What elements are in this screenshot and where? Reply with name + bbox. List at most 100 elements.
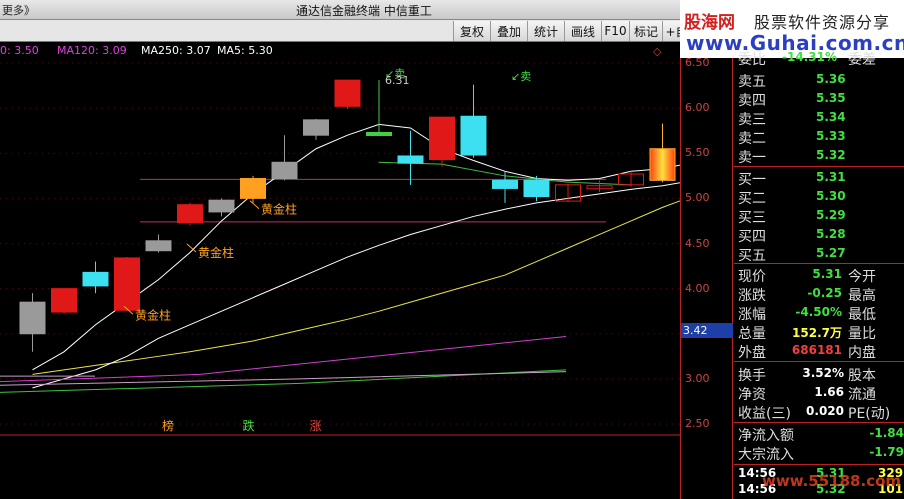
- divider: [734, 263, 904, 264]
- candle-body: [19, 301, 46, 335]
- bid-row[interactable]: 买二 5.30: [736, 187, 904, 207]
- bid-row[interactable]: 买五 5.27: [736, 244, 904, 264]
- bid-label: 买一: [738, 172, 766, 188]
- cursor-price-label: 3.42: [681, 323, 733, 338]
- golden-bar-label: 黄金柱: [198, 245, 234, 260]
- restore-rights-button[interactable]: 复权: [453, 21, 490, 41]
- ma5-line: [32, 123, 680, 371]
- candle-body: [177, 204, 203, 224]
- bid-row[interactable]: 买四 5.28: [736, 225, 904, 245]
- candle-body: [208, 199, 235, 213]
- statistics-button[interactable]: 统计: [527, 21, 564, 41]
- ask-row[interactable]: 卖二 5.33: [736, 127, 904, 147]
- flow-row: 净流入额 -1.84: [736, 424, 904, 444]
- fund-label: 换手: [738, 368, 766, 384]
- flow-label: 大宗流入: [738, 447, 794, 463]
- quote-panel: 委比 -14.31% 委差 卖五 5.36 卖四 5.35 卖三 5.34 卖二 5.33 卖一 5.3…: [734, 48, 904, 499]
- stat-right-label: 最低: [848, 307, 876, 323]
- price-axis: 6.506.005.505.004.504.003.503.002.50: [680, 56, 733, 499]
- bid-price: 5.27: [816, 246, 846, 260]
- ask-price: 5.32: [816, 148, 846, 162]
- f10-button[interactable]: F10: [601, 21, 629, 41]
- ask-label: 卖五: [738, 74, 766, 90]
- ask-row[interactable]: 卖四 5.35: [736, 89, 904, 109]
- price-tick-label: 4.50: [685, 236, 710, 250]
- golden-bar-label: 黄金柱: [261, 202, 297, 217]
- ask-label: 卖一: [738, 150, 766, 166]
- bid-label: 买二: [738, 191, 766, 207]
- ask-price: 5.34: [816, 110, 846, 124]
- fundamental-row: 收益(三) 0.020 PE(动): [736, 402, 904, 422]
- fund-right-label: PE(动): [848, 406, 891, 422]
- bid-label: 买四: [738, 229, 766, 245]
- price-tick-label: 5.00: [685, 191, 710, 205]
- divider: [734, 361, 904, 362]
- more-link[interactable]: 更多》: [2, 2, 35, 18]
- candle-body: [334, 79, 361, 107]
- candle-body: [114, 257, 140, 311]
- candle-body: [145, 240, 172, 252]
- ma-legend-item: MA5: 5.30: [217, 44, 273, 57]
- price-tick-label: 5.50: [685, 146, 710, 160]
- stat-right-label: 今开: [848, 269, 876, 285]
- quote-stat-row: 现价 5.31 今开: [736, 265, 904, 285]
- fund-right-label: 流通: [848, 387, 876, 403]
- signal-label: 跌: [243, 418, 255, 433]
- stat-label: 现价: [738, 269, 766, 285]
- watermark-text: www.55188.com: [762, 472, 902, 490]
- ask-price: 5.35: [816, 91, 846, 105]
- price-tick-label: 2.50: [685, 417, 710, 430]
- quote-stat-row: 总量 152.7万 量比: [736, 322, 904, 342]
- title-bar: 更多》 通达信金融终端 中信重工: [0, 0, 680, 20]
- price-tick-label: 4.00: [685, 281, 710, 295]
- candle-body: [649, 148, 676, 181]
- bid-row[interactable]: 买三 5.29: [736, 206, 904, 226]
- fund-right-label: 股本: [848, 368, 876, 384]
- order-ratio-value: -14.31%: [782, 50, 837, 64]
- candle-body: [240, 178, 266, 199]
- candle-body: [429, 116, 455, 161]
- candle-body: [397, 155, 424, 164]
- bid-label: 买五: [738, 248, 766, 264]
- bid-price: 5.30: [816, 189, 846, 203]
- stat-label: 涨跌: [738, 288, 766, 304]
- diamond-marker-icon: ◇: [653, 45, 662, 58]
- stat-value: 152.7万: [792, 326, 842, 340]
- draw-line-button[interactable]: 画线: [564, 21, 601, 41]
- ask-row[interactable]: 卖五 5.36: [736, 70, 904, 90]
- kline-chart[interactable]: ↙卖↙卖↙卖6.31黄金柱黄金柱黄金柱榜跌涨: [0, 58, 680, 499]
- fundamental-row: 换手 3.52% 股本: [736, 364, 904, 384]
- stat-right-label: 内盘: [848, 345, 876, 361]
- candle-body: [366, 131, 392, 136]
- stat-label: 涨幅: [738, 307, 766, 323]
- ask-label: 卖三: [738, 112, 766, 128]
- ma60-line: [0, 335, 567, 383]
- ask-row[interactable]: 卖一 5.32: [736, 146, 904, 166]
- golden-bar-label: 黄金柱: [135, 307, 171, 322]
- bid-row[interactable]: 买一 5.31: [736, 168, 904, 188]
- candle-body: [523, 179, 550, 198]
- stat-value: -0.25: [807, 286, 842, 300]
- ma-legend-item: MA250: 3.07: [141, 44, 211, 57]
- stat-right-label: 最高: [848, 288, 876, 304]
- flow-value: -1.84: [869, 426, 904, 440]
- candle-body: [82, 271, 109, 287]
- mark-button[interactable]: 标记: [629, 21, 662, 41]
- stat-value: 5.31: [812, 267, 842, 281]
- window-title: 通达信金融终端 中信重工: [296, 4, 432, 18]
- annotation-arrow: [249, 200, 260, 210]
- divider: [734, 166, 904, 167]
- bid-price: 5.28: [816, 227, 846, 241]
- bid-price: 5.31: [816, 170, 846, 184]
- ask-price: 5.36: [816, 72, 846, 86]
- stat-value: -4.50%: [795, 305, 842, 319]
- ma-legend-item: 0: 3.50: [0, 44, 39, 57]
- fund-label: 净资: [738, 387, 766, 403]
- overlay-button[interactable]: 叠加: [490, 21, 527, 41]
- ma-legend-item: MA120: 3.09: [57, 44, 127, 57]
- ask-price: 5.33: [816, 129, 846, 143]
- stat-right-label: 量比: [848, 326, 876, 342]
- ask-row[interactable]: 卖三 5.34: [736, 108, 904, 128]
- quote-stat-row: 涨幅 -4.50% 最低: [736, 303, 904, 323]
- flow-value: -1.79: [869, 445, 904, 459]
